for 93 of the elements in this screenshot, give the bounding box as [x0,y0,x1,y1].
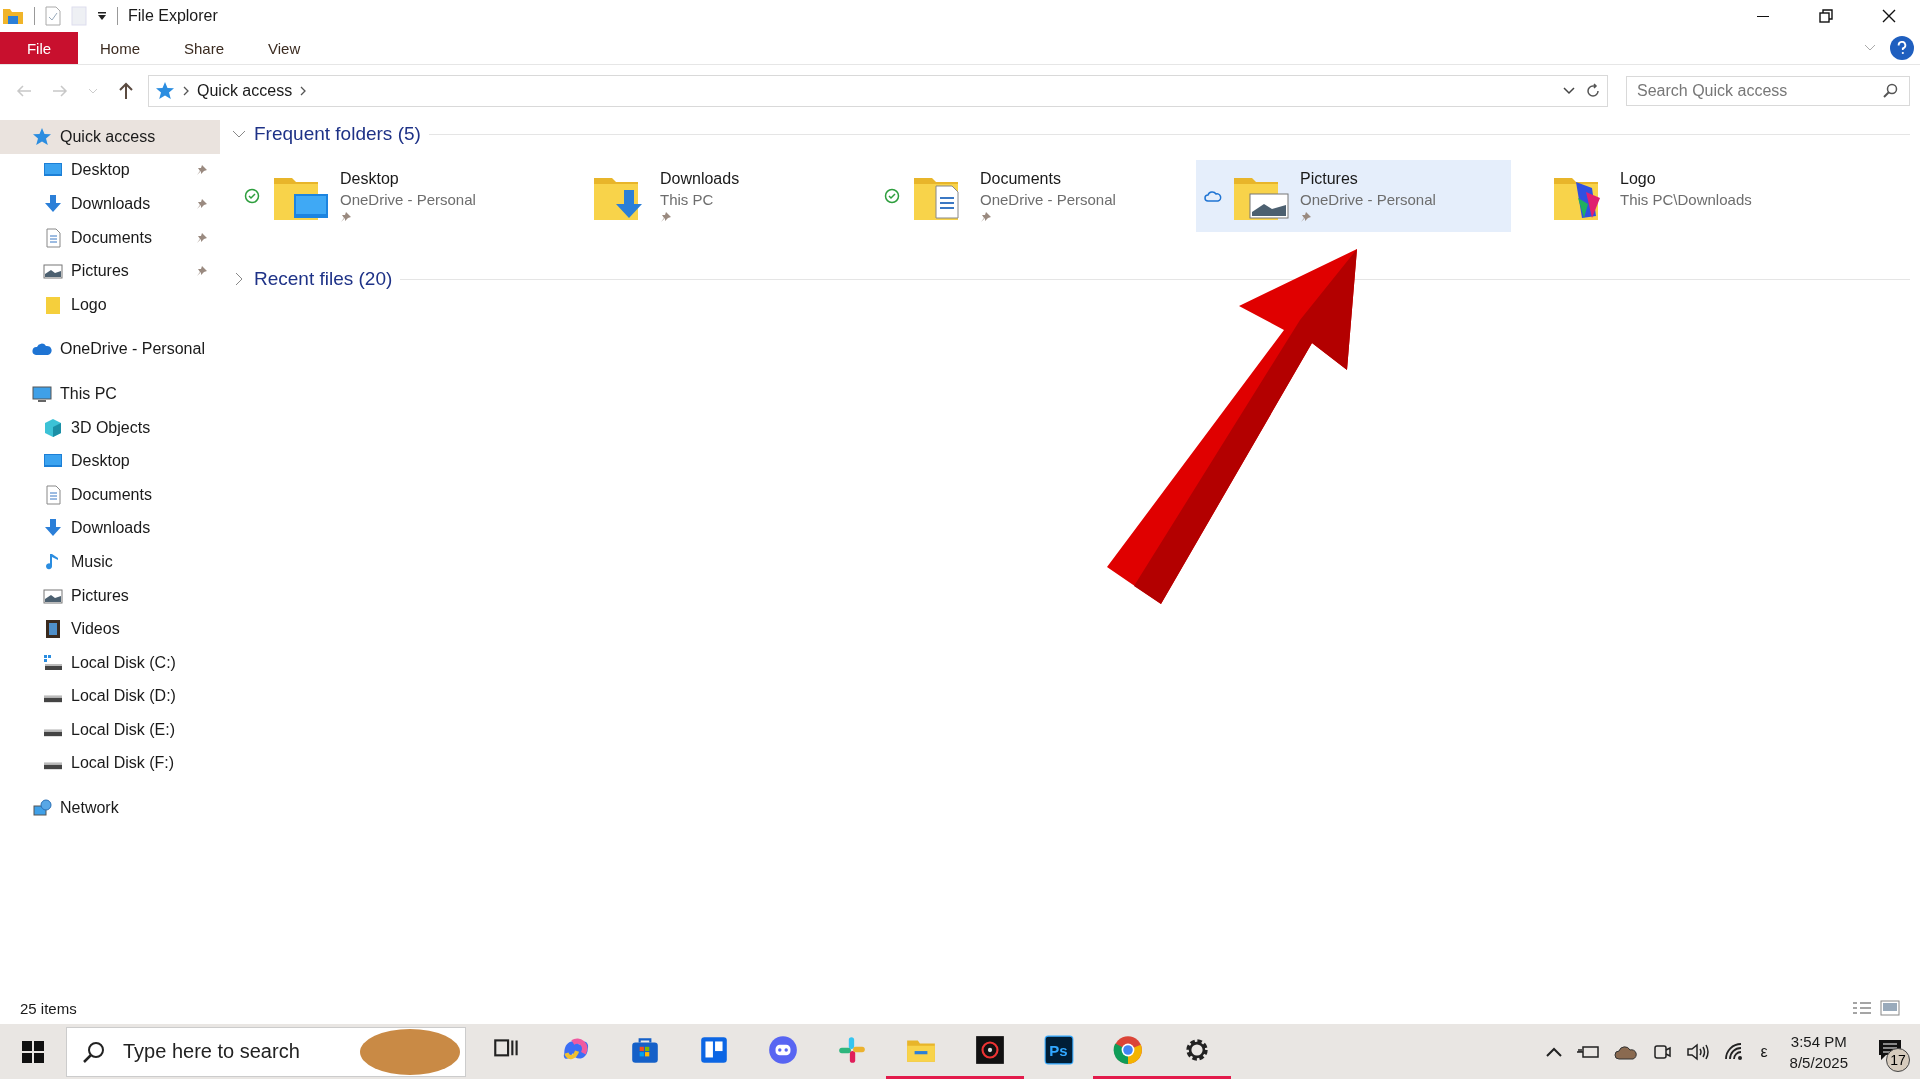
drive-icon [44,762,62,771]
input-indicator[interactable]: ε [1760,1042,1768,1061]
sidebar-item[interactable]: Local Disk (F:) [0,746,220,781]
windows-logo-icon [22,1040,44,1063]
sidebar-item[interactable]: Pictures [0,254,220,288]
notifications-button[interactable]: 17 [1870,1031,1910,1072]
chevron-icon [300,86,307,96]
sidebar-item[interactable]: Logo [0,287,220,322]
computer-icon [32,383,52,404]
sidebar-item[interactable]: This PC [0,377,220,411]
section-header[interactable]: Recent files (20) [254,268,393,290]
search-field[interactable]: Search Quick access [1626,76,1910,106]
sidebar-item[interactable]: Downloads [0,187,220,221]
window-title: File Explorer [128,7,218,25]
chevron-down-icon [88,88,98,94]
folder-location: OneDrive - Personal [340,191,476,208]
ribbon-tab[interactable]: Home [78,32,162,64]
sidebar-item[interactable]: Videos [0,612,220,646]
sidebar-item[interactable]: Downloads [0,511,220,546]
speaker-icon[interactable] [1686,1041,1711,1062]
help-button[interactable] [1890,36,1914,60]
folder-location: This PC\Downloads [1620,191,1752,208]
document-icon [43,484,63,505]
folder-tile[interactable]: Logo This PC\Downloads [1516,160,1831,232]
dropdown-icon[interactable] [1563,87,1575,95]
folder-name: Downloads [660,170,740,188]
folder-tile[interactable]: Downloads This PC [556,160,871,232]
details-view-icon[interactable] [1852,1000,1872,1016]
search-icon [82,1039,106,1064]
back-arrow-icon [16,84,32,98]
chevron-icon [183,86,189,96]
clock[interactable]: 3:54 PM 8/5/2025 [1789,1032,1848,1071]
close-icon [1881,9,1896,23]
ribbon-tab[interactable]: Share [162,32,247,64]
sidebar-item[interactable]: Documents [0,477,220,512]
taskbar-app[interactable]: Ps [1024,1024,1093,1079]
folder-tile[interactable]: Pictures OneDrive - Personal [1196,160,1511,232]
folder-name: Logo [1620,170,1657,188]
download-arrow-icon [43,194,63,214]
dropdown-icon[interactable] [97,11,107,21]
sidebar-item[interactable]: Local Disk (D:) [0,679,220,714]
chat-bubble-icon [766,1034,799,1066]
folder-name: Desktop [340,170,400,188]
question-mark-icon [1897,41,1907,55]
sidebar-item[interactable]: Desktop [0,153,220,188]
folder-location: OneDrive - Personal [1300,191,1436,208]
forward-arrow-icon [52,84,68,98]
sidebar-item[interactable]: Documents [0,220,220,255]
ribbon-tab[interactable]: File [0,32,78,64]
battery-plug-icon[interactable] [1576,1043,1601,1060]
breadcrumb[interactable]: Quick access [197,82,293,100]
caret-up-icon[interactable] [1546,1046,1563,1057]
sidebar-item[interactable]: Local Disk (E:) [0,713,220,747]
minimize-icon [1756,15,1769,17]
browser-icon [1111,1034,1144,1066]
sidebar-item[interactable]: Pictures [0,578,220,613]
cloud-icon[interactable] [1614,1043,1639,1060]
sidebar-item[interactable]: OneDrive - Personal [0,332,220,367]
network-icon [32,798,52,819]
picture-icon [43,261,63,282]
ps-app-icon [1042,1034,1075,1066]
restore-icon [1818,9,1833,23]
drive-icon [44,728,62,737]
folder-icon [43,294,63,315]
folder-name: Pictures [1300,170,1359,188]
cube-icon [43,417,63,438]
large-icons-view-icon[interactable] [1880,1000,1900,1016]
folder-location: This PC [660,191,715,208]
folder-icon[interactable] [2,6,24,26]
ribbon-tab[interactable]: View [246,32,323,64]
star-icon [155,81,175,101]
sidebar-item[interactable]: Quick access [0,120,220,154]
sidebar-item[interactable]: Music [0,545,220,579]
star-icon [32,126,52,147]
refresh-icon[interactable] [1585,83,1601,99]
folder-name: Documents [980,170,1062,188]
up-arrow-icon [118,82,134,100]
folder-tile[interactable]: Desktop OneDrive - Personal [236,160,551,232]
sidebar-item[interactable]: Local Disk (C:) [0,645,220,680]
search-icon [1882,83,1898,99]
sidebar-item[interactable]: 3D Objects [0,410,220,445]
sidebar-item[interactable]: Desktop [0,444,220,478]
folder-location: OneDrive - Personal [980,191,1116,208]
film-icon [43,619,63,640]
document-icon [43,227,63,248]
drive-icon [44,695,62,704]
address-bar[interactable]: Quick access [148,75,1608,107]
item-count: 25 items [20,999,77,1017]
sidebar-item[interactable]: Network [0,791,220,825]
folder-tile[interactable]: Documents OneDrive - Personal [876,160,1191,232]
section-header[interactable]: Frequent folders (5) [254,123,421,145]
app-label: Ps [1049,1041,1068,1059]
drive-icon [43,652,63,673]
